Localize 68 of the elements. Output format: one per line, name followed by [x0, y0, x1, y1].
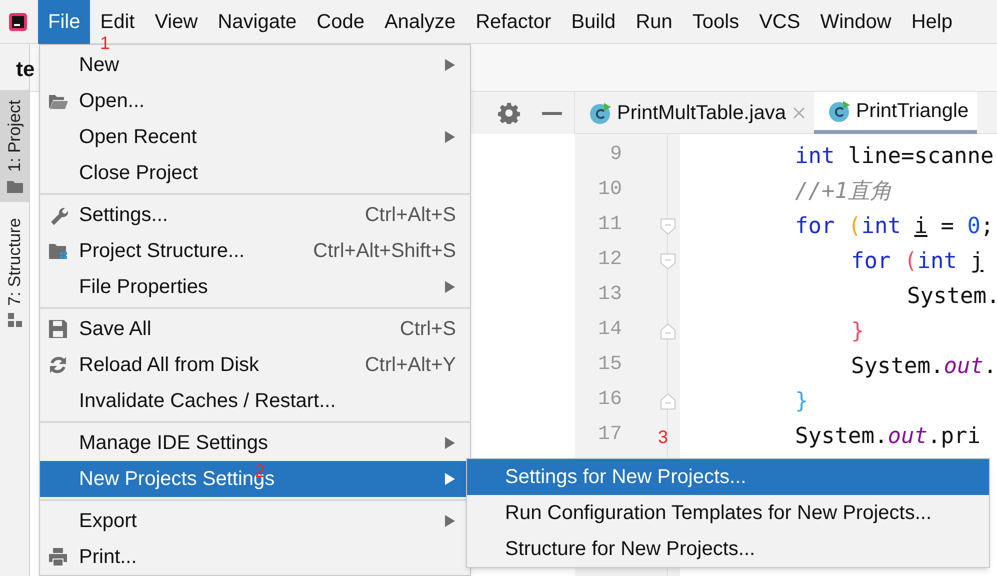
code-line: System.out.pri [795, 423, 980, 451]
menu-bar-item[interactable]: Run [626, 0, 682, 44]
code-line: System. [907, 283, 997, 311]
submenu-item[interactable]: Structure for New Projects... [467, 531, 989, 567]
menu-item[interactable]: Close Project [40, 155, 470, 191]
line-number: 9 [610, 142, 622, 168]
annotation-number: 1 [100, 34, 110, 52]
folder-icon [48, 92, 68, 110]
java-class-icon [828, 100, 850, 122]
line-number: 11 [598, 212, 622, 238]
line-number: 15 [598, 352, 622, 378]
submenu-item[interactable]: Settings for New Projects... [467, 459, 989, 495]
menu-bar-item[interactable]: Tools [682, 0, 750, 44]
structure-icon [6, 312, 22, 328]
code-line: int line=scanne [795, 143, 994, 171]
menu-bar-item[interactable]: Refactor [466, 0, 562, 44]
menu-item[interactable]: Save All Ctrl+S [40, 311, 470, 347]
line-number: 13 [598, 282, 622, 308]
menu-bar-item[interactable]: VCS [749, 0, 810, 44]
fold-marker-icon[interactable] [660, 323, 676, 340]
menu-bar-item[interactable]: Code [306, 0, 374, 44]
code-line: for (int j [851, 248, 984, 276]
fold-marker-icon[interactable] [660, 253, 676, 270]
project-title: te [16, 57, 35, 83]
close-icon[interactable] [792, 106, 806, 120]
menu-item[interactable]: Print... [40, 539, 470, 575]
editor-tab[interactable]: PrintMultTable.java [575, 92, 814, 134]
menu-bar-item[interactable]: Window [810, 0, 902, 44]
code-line: for (int i = 0; [795, 213, 994, 241]
line-number: 10 [598, 177, 622, 203]
fold-marker-icon[interactable] [660, 393, 676, 410]
menu-item[interactable]: Invalidate Caches / Restart... [40, 383, 470, 419]
tool-window-tab[interactable]: 1: Project [0, 90, 29, 202]
code-line: System.out. [851, 353, 997, 381]
app-logo-icon [8, 12, 28, 32]
java-class-icon [589, 102, 611, 124]
save-icon [48, 319, 68, 339]
menu-bar-item[interactable]: Help [901, 0, 962, 44]
menu-bar-item[interactable]: View [144, 0, 208, 44]
line-number: 14 [598, 317, 622, 343]
editor-tab[interactable]: PrintTriangle [814, 92, 977, 134]
code-line: } [795, 388, 808, 416]
menu-item[interactable]: Open Recent [40, 119, 470, 155]
code-line: //+1直角 [795, 178, 892, 206]
menu-bar-item[interactable]: Build [561, 0, 626, 44]
menu-item[interactable]: Reload All from Disk Ctrl+Alt+Y [40, 347, 470, 383]
menu-bar-item[interactable]: Analyze [374, 0, 466, 44]
menu-bar-item[interactable]: File [38, 0, 90, 44]
line-number: 12 [598, 247, 622, 273]
menu-bar-item[interactable]: Navigate [208, 0, 307, 44]
menu-item[interactable]: File Properties [40, 269, 470, 305]
line-number: 17 [598, 422, 622, 448]
line-number: 16 [598, 387, 622, 413]
menu-item[interactable]: Project Structure... Ctrl+Alt+Shift+S [40, 233, 470, 269]
menu-item[interactable]: Open... [40, 83, 470, 119]
reload-icon [48, 355, 68, 375]
minimize-icon[interactable] [542, 112, 562, 114]
menu-item[interactable]: Manage IDE Settings [40, 425, 470, 461]
tool-window-tab[interactable]: 7: Structure [0, 208, 29, 336]
menu-item[interactable]: Export [40, 503, 470, 539]
annotation-number: 3 [658, 428, 668, 446]
project-structure-icon [48, 241, 68, 261]
fold-marker-icon[interactable] [660, 218, 676, 235]
menu-item[interactable]: Settings... Ctrl+Alt+S [40, 197, 470, 233]
printer-icon [48, 547, 68, 567]
submenu-item[interactable]: Run Configuration Templates for New Projects... [467, 495, 989, 531]
settings-icon[interactable] [498, 102, 520, 124]
code-line: } [851, 318, 864, 346]
